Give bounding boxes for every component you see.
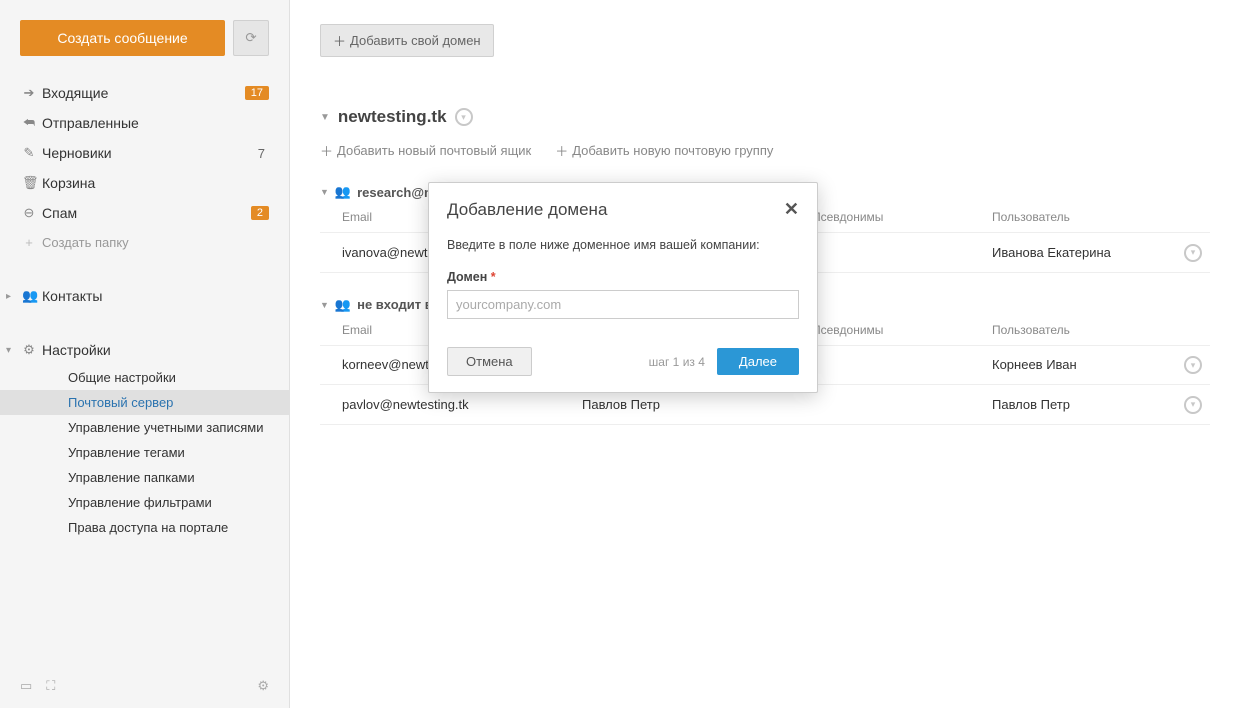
settings-accounts[interactable]: Управление учетными записями xyxy=(0,415,289,440)
settings-filters[interactable]: Управление фильтрами xyxy=(0,490,289,515)
chat-icon[interactable]: ▭ xyxy=(20,678,32,694)
folder-sent[interactable]: ⮪ Отправленные xyxy=(0,108,289,138)
group-label: research@ne xyxy=(357,185,439,200)
settings-general[interactable]: Общие настройки xyxy=(0,365,289,390)
create-folder[interactable]: + Создать папку xyxy=(0,228,289,257)
col-user: Пользователь xyxy=(992,323,1172,337)
cell-email: pavlov@newtesting.tk xyxy=(342,397,582,412)
chevron-right-icon: ▸ xyxy=(6,291,11,302)
gear-icon[interactable]: ⚙ xyxy=(257,678,269,694)
cell-user: Корнеев Иван xyxy=(992,357,1172,372)
row-menu-button[interactable]: ▾ xyxy=(1184,356,1202,374)
caret-down-icon: ▼ xyxy=(320,300,329,310)
gear-icon: ⚙ xyxy=(22,342,36,358)
folder-spam[interactable]: ⊖ Спам 2 xyxy=(0,198,289,228)
col-pseudo: Псевдонимы xyxy=(812,210,992,224)
refresh-button[interactable]: ⟳ xyxy=(233,20,269,56)
folder-label: Спам xyxy=(42,205,251,221)
nav-label: Настройки xyxy=(42,342,269,358)
trash-icon: 🗑 xyxy=(22,175,36,191)
close-icon[interactable]: ✕ xyxy=(784,199,799,220)
col-user: Пользователь xyxy=(992,210,1172,224)
required-mark: * xyxy=(491,270,496,284)
group-icon: 👥 xyxy=(335,184,351,200)
domain-title: newtesting.tk xyxy=(338,107,447,127)
domain-field-label: Домен * xyxy=(447,270,799,284)
nav-label: Контакты xyxy=(42,288,269,304)
nav-settings[interactable]: ▾ ⚙ Настройки xyxy=(0,335,289,365)
folder-inbox[interactable]: ➔ Входящие 17 xyxy=(0,78,289,108)
add-mailbox-label: Добавить новый почтовый ящик xyxy=(337,143,531,158)
spam-icon: ⊖ xyxy=(22,205,36,221)
plus-icon: ＋ xyxy=(555,141,568,160)
plus-icon: ＋ xyxy=(333,31,346,50)
folder-count: 7 xyxy=(258,146,269,161)
add-mailgroup-label: Добавить новую почтовую группу xyxy=(572,143,773,158)
next-button[interactable]: Далее xyxy=(717,348,799,375)
nav-contacts[interactable]: ▸ 👥 Контакты xyxy=(0,281,289,311)
sidebar-footer: ▭ ⛶ ⚙ xyxy=(0,664,289,708)
domain-input[interactable] xyxy=(447,290,799,319)
pencil-icon: ✎ xyxy=(22,145,36,161)
chevron-down-icon: ▾ xyxy=(6,345,11,356)
row-menu-button[interactable]: ▾ xyxy=(1184,396,1202,414)
settings-folders[interactable]: Управление папками xyxy=(0,465,289,490)
folder-badge: 17 xyxy=(245,86,269,100)
domain-menu-button[interactable]: ▾ xyxy=(455,108,473,126)
contacts-icon: 👥 xyxy=(22,288,36,304)
modal-title: Добавление домена xyxy=(447,200,784,220)
folder-drafts[interactable]: ✎ Черновики 7 xyxy=(0,138,289,168)
add-domain-modal: Добавление домена ✕ Введите в поле ниже … xyxy=(428,182,818,393)
folder-label: Отправленные xyxy=(42,115,269,131)
settings-mail-server[interactable]: Почтовый сервер xyxy=(0,390,289,415)
cell-user: Иванова Екатерина xyxy=(992,245,1172,260)
cancel-button[interactable]: Отмена xyxy=(447,347,532,376)
caret-down-icon: ▼ xyxy=(320,187,329,197)
add-domain-button[interactable]: ＋ Добавить свой домен xyxy=(320,24,494,57)
add-mailbox-button[interactable]: ＋ Добавить новый почтовый ящик xyxy=(320,141,531,160)
col-pseudo: Псевдонимы xyxy=(812,323,992,337)
folder-badge: 2 xyxy=(251,206,269,220)
step-indicator: шаг 1 из 4 xyxy=(532,355,717,369)
row-menu-button[interactable]: ▾ xyxy=(1184,244,1202,262)
folder-label: Черновики xyxy=(42,145,258,161)
plus-icon: ＋ xyxy=(320,141,333,160)
refresh-icon: ⟳ xyxy=(245,30,256,46)
group-icon: 👥 xyxy=(335,297,351,313)
cell-user: Павлов Петр xyxy=(992,397,1172,412)
folder-label: Входящие xyxy=(42,85,245,101)
add-mailgroup-button[interactable]: ＋ Добавить новую почтовую группу xyxy=(555,141,773,160)
arrow-right-icon: ➔ xyxy=(22,85,36,101)
sidebar: Создать сообщение ⟳ ➔ Входящие 17 ⮪ Отпр… xyxy=(0,0,290,708)
folder-list: ➔ Входящие 17 ⮪ Отправленные ✎ Черновики… xyxy=(0,66,289,269)
cell-name: Павлов Петр xyxy=(582,397,812,412)
add-domain-label: Добавить свой домен xyxy=(350,33,481,48)
settings-portal-access[interactable]: Права доступа на портале xyxy=(0,515,289,540)
plus-icon: + xyxy=(22,235,36,250)
caret-down-icon[interactable]: ▼ xyxy=(320,112,330,123)
compose-button[interactable]: Создать сообщение xyxy=(20,20,225,56)
settings-tags[interactable]: Управление тегами xyxy=(0,440,289,465)
create-folder-label: Создать папку xyxy=(42,235,269,250)
reply-icon: ⮪ xyxy=(22,115,36,131)
domain-header: ▼ newtesting.tk ▾ xyxy=(320,107,1210,127)
folder-label: Корзина xyxy=(42,175,269,191)
modal-description: Введите в поле ниже доменное имя вашей к… xyxy=(447,238,799,252)
group-label: не входит в xyxy=(357,297,433,312)
folder-trash[interactable]: 🗑 Корзина xyxy=(0,168,289,198)
expand-icon[interactable]: ⛶ xyxy=(46,678,55,694)
